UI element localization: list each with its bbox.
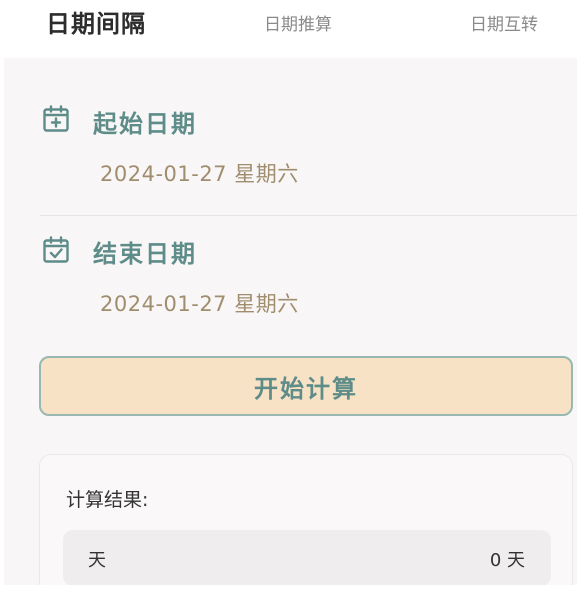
calendar-add-icon: [43, 105, 69, 132]
end-date-value[interactable]: 2024-01-27 星期六: [100, 288, 299, 318]
top-tab-bar: 日期间隔 日期推算 日期互转: [0, 0, 577, 52]
result-value: 0 天: [489, 550, 525, 571]
date-interval-panel: 起始日期 2024-01-27 星期六 结束日期 2024-01-27 星期六 …: [4, 58, 577, 594]
start-date-row[interactable]: 起始日期 2024-01-27 星期六: [4, 58, 577, 215]
start-date-label: 起始日期: [93, 110, 197, 138]
result-key: 天: [88, 550, 106, 571]
calendar-check-icon: [43, 236, 69, 263]
end-date-label: 结束日期: [93, 240, 197, 268]
tab-date-conversion[interactable]: 日期互转: [470, 10, 538, 35]
tab-date-calculation[interactable]: 日期推算: [264, 10, 332, 35]
result-row: 天 0 天: [63, 530, 551, 586]
tab-date-interval[interactable]: 日期间隔: [46, 4, 146, 39]
bottom-strip: [0, 585, 577, 600]
result-card: 计算结果: 天 0 天: [39, 454, 573, 594]
end-date-row[interactable]: 结束日期 2024-01-27 星期六: [4, 216, 577, 346]
start-calculation-button[interactable]: 开始计算: [39, 356, 573, 416]
start-date-value[interactable]: 2024-01-27 星期六: [100, 158, 299, 188]
result-title: 计算结果:: [66, 489, 149, 511]
